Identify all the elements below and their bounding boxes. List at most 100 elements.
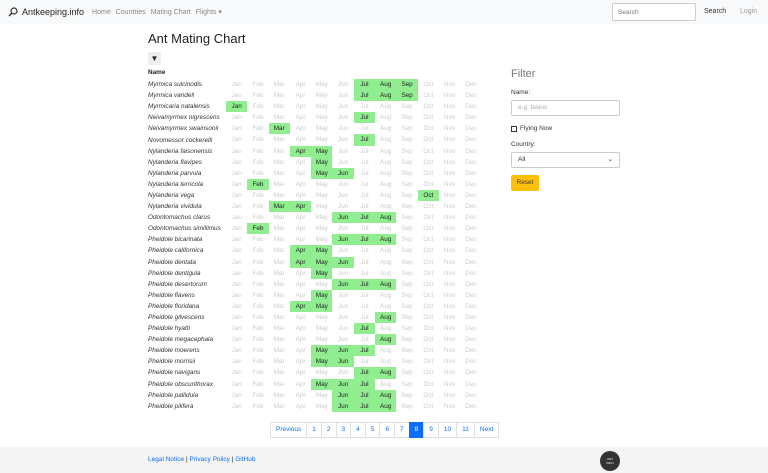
month-cell-jan: Jan [231, 402, 242, 410]
month-cell-jul: Jul [353, 323, 376, 335]
month-cell-sep: Sep [401, 313, 413, 321]
species-name[interactable]: Pheidole morrisii [148, 358, 226, 365]
month-cell-feb: Feb [252, 369, 264, 377]
month-cell-oct: Oct [423, 114, 434, 122]
page-5[interactable]: 5 [364, 422, 381, 438]
species-name[interactable]: Neivamyrmex swainsonii [148, 125, 226, 132]
species-name[interactable]: Pheidole moerens [148, 347, 226, 354]
month-cell-dec: Dec [465, 369, 477, 377]
legal-notice-link[interactable]: Legal Notice [148, 456, 184, 463]
species-name[interactable]: Pheidole dentata [148, 259, 226, 266]
species-name[interactable]: Pheidole californica [148, 247, 226, 254]
page-6[interactable]: 6 [379, 422, 396, 438]
species-name[interactable]: Nylanderia flavipes [148, 159, 226, 166]
next-page[interactable]: Next [473, 422, 500, 438]
github-link[interactable]: GitHub [235, 456, 255, 463]
species-name[interactable]: Pheidole pilifera [148, 403, 226, 410]
month-cell-aug: Aug [380, 269, 392, 277]
month-cell-feb: Feb [252, 269, 264, 277]
page-8[interactable]: 8 [408, 422, 425, 438]
species-name[interactable]: Nylanderia vividula [148, 203, 226, 210]
species-name[interactable]: Pheidole dentigula [148, 270, 226, 277]
month-cell-aug: Aug [380, 380, 392, 388]
month-cell-sep: Sep [401, 225, 413, 233]
species-name[interactable]: Myrmica sulcinodis [148, 81, 226, 88]
species-name[interactable]: Pheidole bicarinata [148, 236, 226, 243]
species-name[interactable]: Pheidole hyatti [148, 325, 226, 332]
species-name[interactable]: Nylanderia vega [148, 192, 226, 199]
month-cell-nov: Nov [443, 114, 456, 122]
species-name[interactable]: Pheidole navigans [148, 369, 226, 376]
page-title: Ant Mating Chart [148, 31, 246, 46]
species-name[interactable]: Myrmicaria natalensis [148, 103, 226, 110]
species-name[interactable]: Pheidole desertorum [148, 281, 226, 288]
month-cell-feb: Feb [252, 291, 264, 299]
month-cell-dec: Dec [465, 214, 477, 222]
month-cell-aug: Aug [380, 180, 392, 188]
page-11[interactable]: 11 [456, 422, 475, 438]
brand-link[interactable]: Antkeeping.info [8, 7, 84, 17]
month-cell-jun: Jun [337, 269, 349, 277]
species-name[interactable]: Novomessor cockerelli [148, 137, 226, 144]
month-cell-aug: Aug [375, 389, 397, 401]
species-name[interactable]: Pheidole flavens [148, 292, 226, 299]
table-row: Pheidole hyatti Jan Feb Mar Apr May Jun Jul Aug S… [148, 323, 482, 335]
month-cell-oct: Oct [423, 280, 434, 288]
page-3[interactable]: 3 [335, 422, 352, 438]
month-cell-sep: Sep [401, 236, 413, 244]
month-cell-dec: Dec [465, 291, 477, 299]
page-4[interactable]: 4 [350, 422, 366, 438]
name-input[interactable]: e.g. lasius [511, 100, 620, 116]
species-name[interactable]: Pheidole megacephala [148, 336, 226, 343]
month-cell-oct: Oct [423, 180, 434, 188]
month-cell-jul: Jul [360, 158, 369, 166]
magnifier-ant-icon [8, 7, 18, 17]
search-button[interactable]: Search [704, 8, 726, 15]
country-select[interactable]: All ⌄ [511, 152, 620, 168]
month-cell-sep: Sep [401, 136, 413, 144]
page-9[interactable]: 9 [423, 422, 439, 438]
month-cell-jun: Jun [337, 180, 349, 188]
species-name[interactable]: Nylanderia parvula [148, 170, 226, 177]
nav-home[interactable]: Home [92, 9, 111, 16]
species-name[interactable]: Pheidole obscurithorax [148, 381, 226, 388]
search-input[interactable] [612, 3, 696, 21]
month-cell-jan: Jan [226, 101, 248, 113]
month-cell-mar: Mar [273, 358, 285, 366]
species-name[interactable]: Pheidole gilvescens [148, 314, 226, 321]
month-cell-jan: Jan [231, 380, 242, 388]
filter-toggle-button[interactable]: ▼ [148, 52, 161, 65]
month-cell-nov: Nov [443, 280, 456, 288]
species-name[interactable]: Pheidole pallidula [148, 392, 226, 399]
month-cell-aug: Aug [375, 79, 397, 91]
month-cell-aug: Aug [375, 400, 397, 412]
nav-mating-chart[interactable]: Mating Chart [151, 9, 191, 16]
month-cell-dec: Dec [465, 81, 477, 88]
page-7[interactable]: 7 [394, 422, 410, 438]
nav-countries[interactable]: Countries [116, 9, 146, 16]
month-cell-may: May [311, 378, 333, 390]
reset-button[interactable]: Reset [511, 175, 539, 191]
month-cell-aug: Aug [380, 125, 392, 133]
funnel-icon: ▼ [150, 54, 159, 63]
species-name[interactable]: Neivamyrmex nigrescens [148, 114, 226, 121]
species-name[interactable]: Odontomachus clarus [148, 214, 226, 221]
page-10[interactable]: 10 [437, 422, 458, 438]
flying-now-checkbox[interactable]: Flying Now [511, 125, 621, 132]
species-name[interactable]: Pheidole floridana [148, 303, 226, 310]
privacy-policy-link[interactable]: Privacy Policy [189, 456, 229, 463]
table-row: Pheidole californica Jan Feb Mar Apr May Jun Ju… [148, 245, 482, 257]
page-1[interactable]: 1 [306, 422, 322, 438]
previous-page[interactable]: Previous [270, 422, 308, 438]
month-cell-may: May [311, 300, 333, 312]
nav-flights-dropdown[interactable]: Flights ▾ [196, 8, 222, 16]
month-cell-feb: Feb [252, 214, 264, 222]
page-2[interactable]: 2 [320, 422, 337, 438]
species-name[interactable]: Nylanderia faisonensis [148, 148, 226, 155]
month-cell-may: May [311, 167, 333, 179]
month-cell-jun: Jun [337, 103, 349, 111]
login-link[interactable]: Login [740, 8, 757, 15]
species-name[interactable]: Nylanderia terricola [148, 181, 226, 188]
species-name[interactable]: Odontomachus simillimus [148, 225, 226, 232]
species-name[interactable]: Myrmica vandeli [148, 92, 226, 99]
